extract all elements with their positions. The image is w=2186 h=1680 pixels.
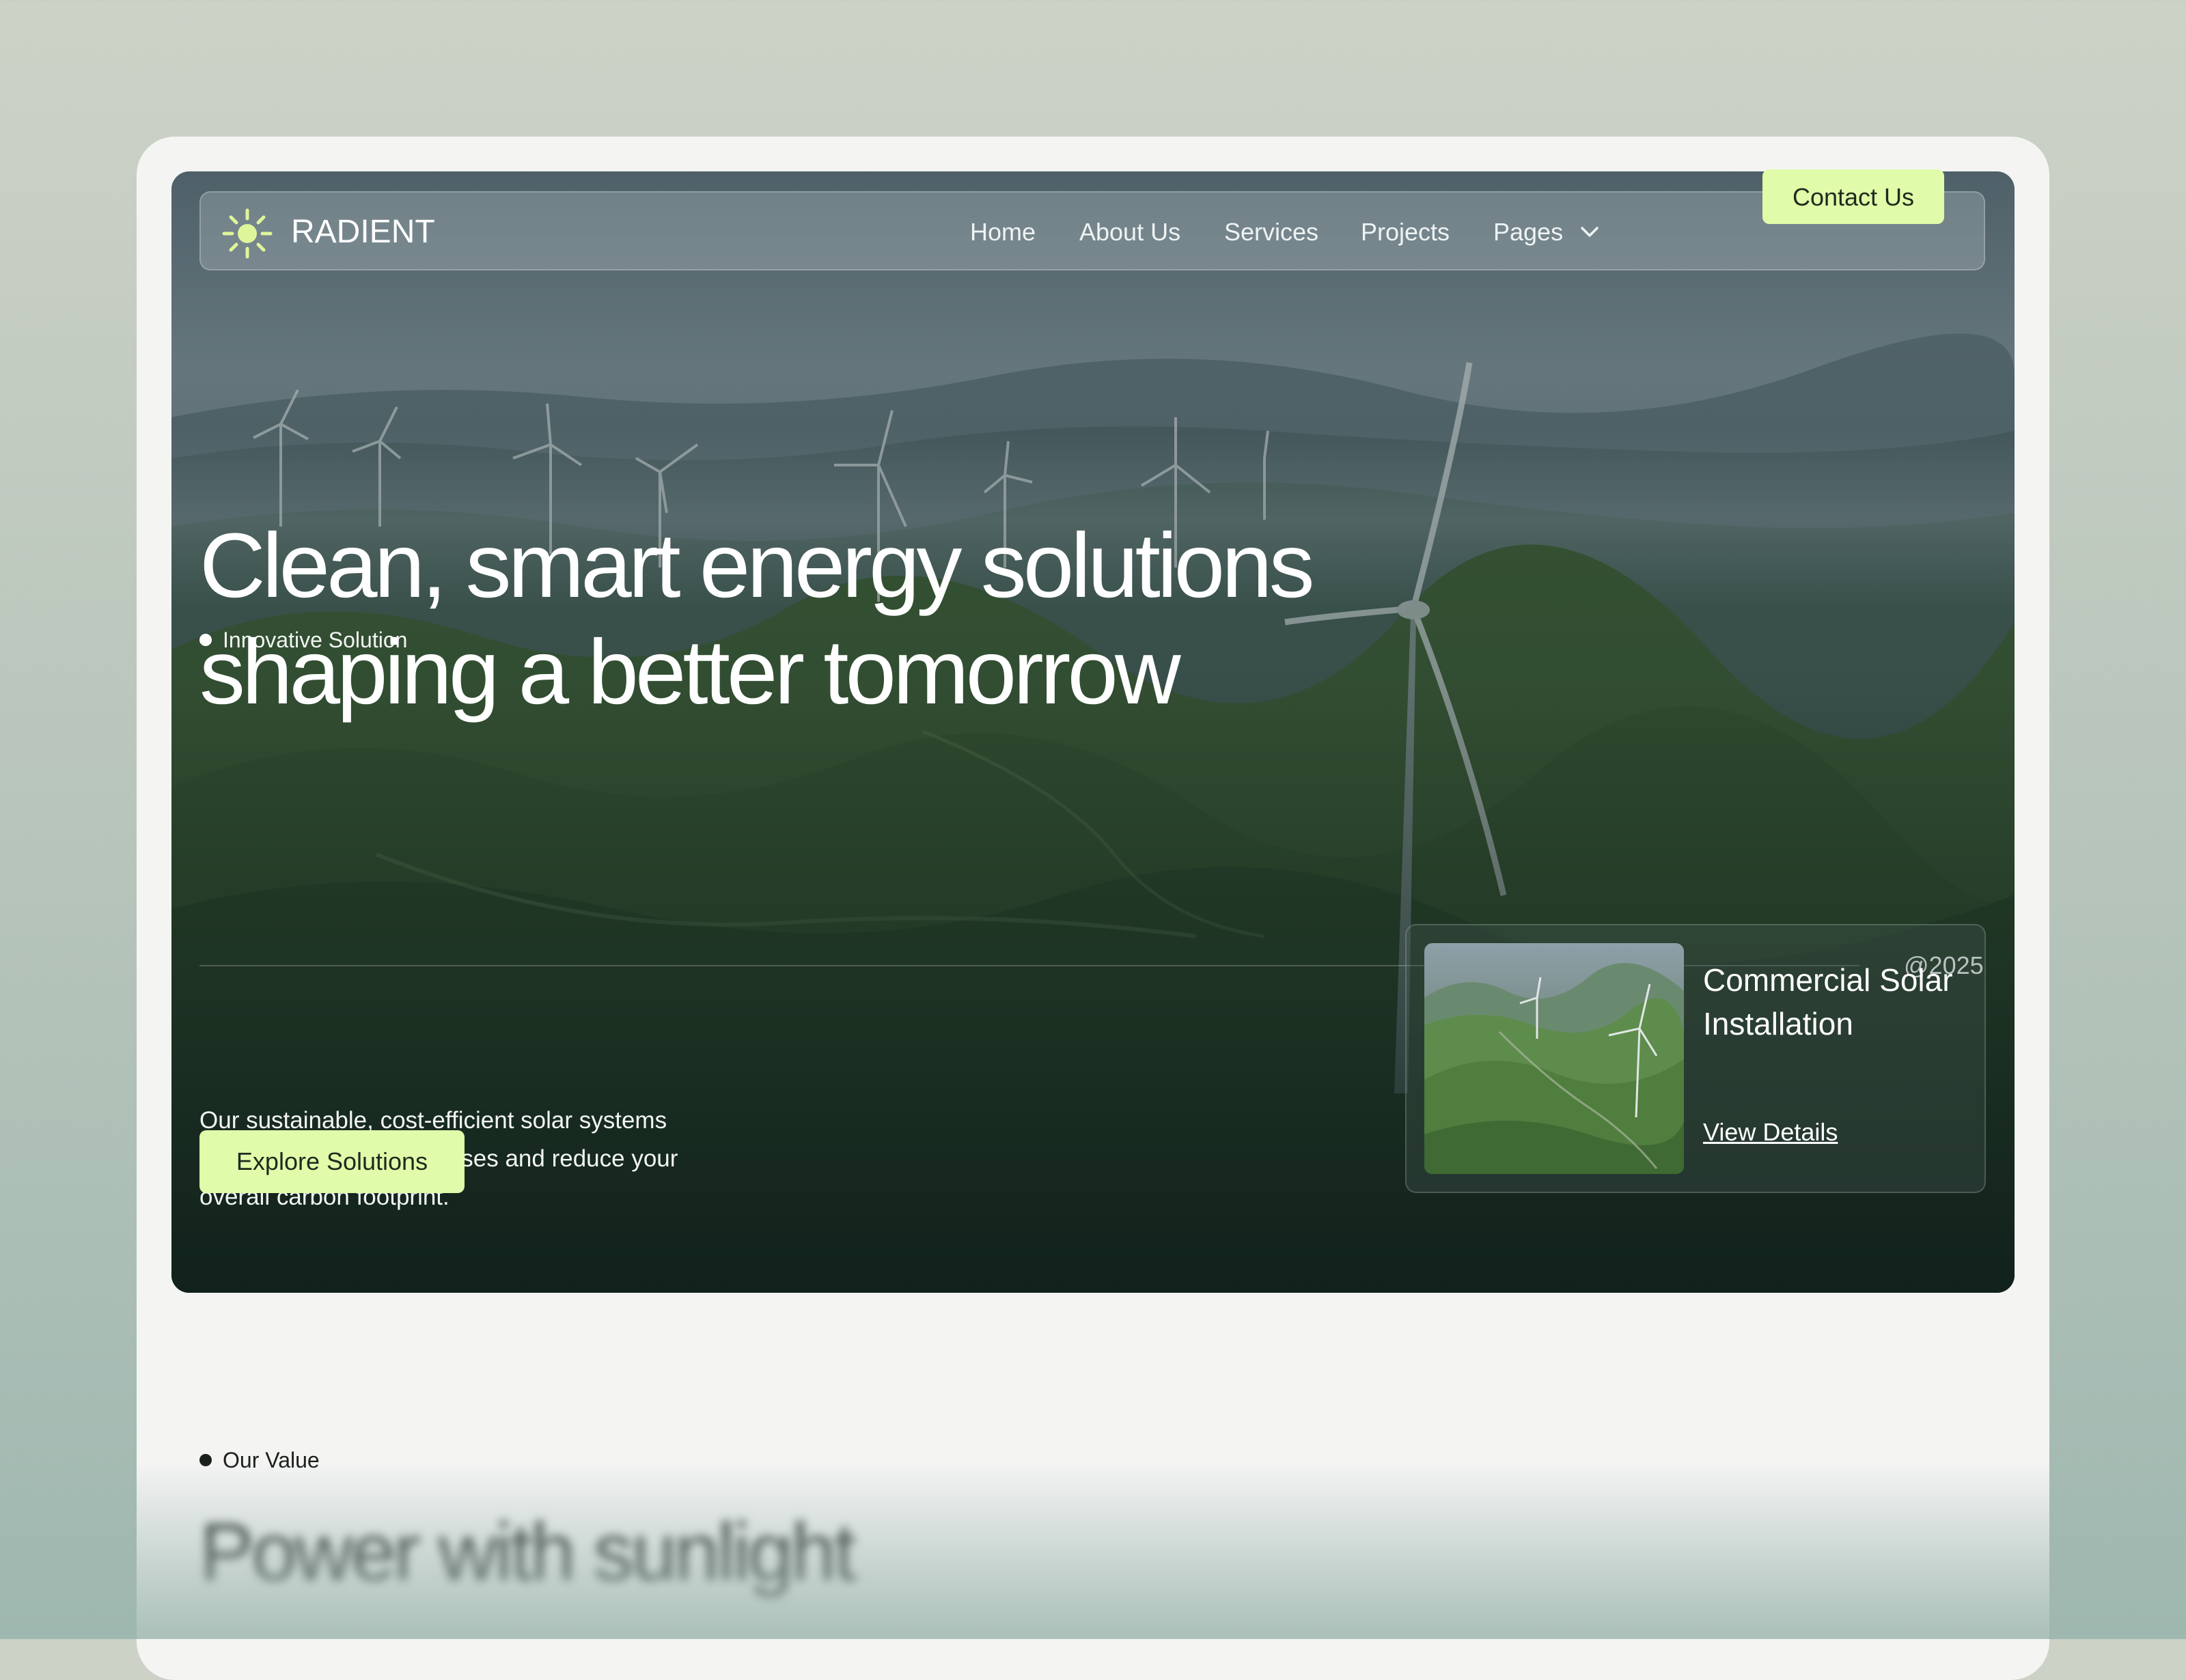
top-nav: RADIENT Home About Us Services Projects …: [199, 191, 1985, 270]
nav-item-pages[interactable]: Pages: [1493, 219, 1563, 246]
nav-item-projects[interactable]: Projects: [1361, 219, 1450, 246]
nav-item-home[interactable]: Home: [970, 219, 1036, 246]
hero-headline-line1: Clean, smart energy solutions: [199, 515, 1315, 617]
project-card: Commercial Solar Installation View Detai…: [1405, 924, 1986, 1193]
browser-frame: RADIENT Home About Us Services Projects …: [137, 137, 2049, 1680]
chevron-down-icon[interactable]: [1578, 221, 1601, 242]
nav-item-about-us[interactable]: About Us: [1079, 219, 1180, 246]
brand-name[interactable]: RADIENT: [291, 213, 435, 251]
value-title: Power with sunlight: [199, 1507, 857, 1598]
view-details-link[interactable]: View Details: [1703, 1118, 1838, 1147]
sun-icon: [222, 208, 273, 259]
value-eyebrow: Our Value: [199, 1448, 320, 1472]
explore-solutions-button[interactable]: Explore Solutions: [199, 1130, 465, 1193]
contact-us-button[interactable]: Contact Us: [1762, 169, 1944, 224]
hero-headline-line2: shaping a better tomorrow: [199, 621, 1181, 723]
hero-headline: Clean, smart energy solutions shaping a …: [199, 513, 1497, 726]
project-card-title: Commercial Solar Installation: [1703, 962, 1953, 1041]
value-eyebrow-label: Our Value: [223, 1448, 320, 1472]
project-thumbnail: [1424, 943, 1684, 1174]
nav-item-services[interactable]: Services: [1224, 219, 1318, 246]
bullet-dot-icon: [199, 1454, 212, 1466]
